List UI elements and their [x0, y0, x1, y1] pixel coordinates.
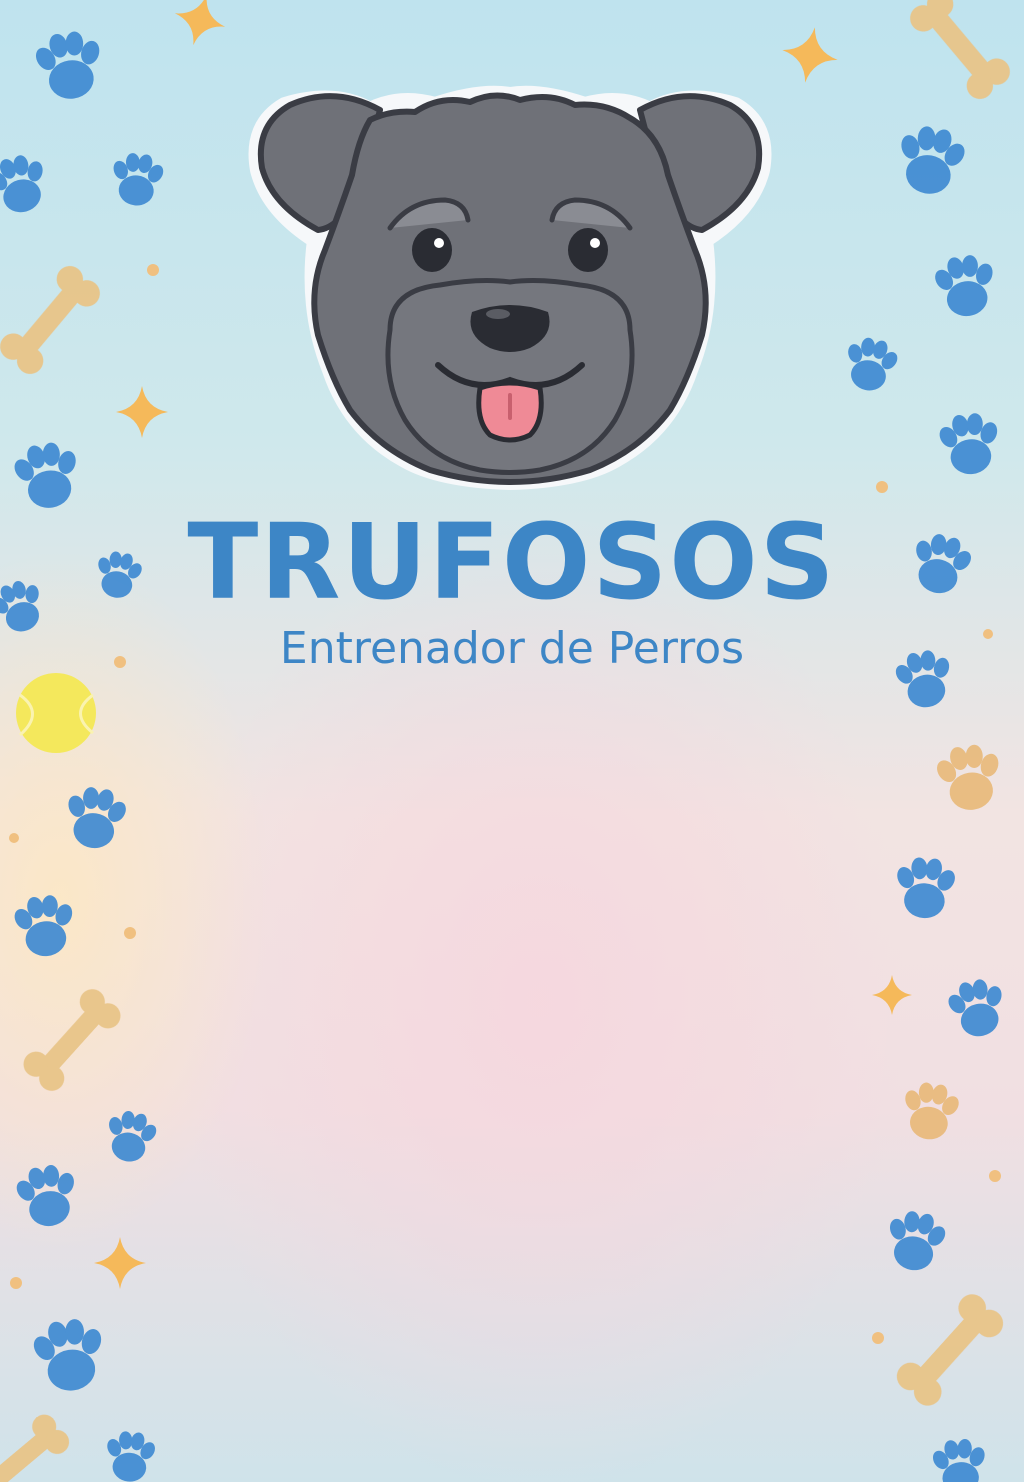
dog-bone-icon [891, 1288, 1009, 1412]
poster: TRUFOSOS Entrenador de Perros [0, 0, 1024, 1482]
paw-print-icon [928, 1436, 991, 1482]
left-eye [412, 228, 452, 272]
sparkle-icon [872, 975, 912, 1015]
paw-print-icon [941, 973, 1013, 1042]
dog-face-logo [248, 85, 772, 490]
brand-subtitle: Entrenador de Perros [279, 623, 745, 674]
paw-print-icon [99, 1106, 163, 1167]
dog-bone-icon [0, 260, 106, 380]
paw-print-icon [934, 409, 1005, 478]
paw-print-icon [891, 854, 960, 921]
sparkle-icon [168, 0, 232, 52]
sparkle-icon [116, 386, 168, 438]
tennis-ball-icon [16, 673, 96, 753]
paw-print-icon [897, 1078, 965, 1144]
paw-print-icon [101, 1428, 160, 1482]
sparkle-icon [94, 1237, 146, 1289]
dog-bone-icon [904, 0, 1016, 105]
paw-print-icon [107, 150, 168, 209]
paw-print-icon [9, 891, 80, 960]
paw-print-icon [890, 120, 972, 200]
paw-print-icon [0, 148, 56, 220]
paw-print-icon [59, 782, 132, 853]
right-eye [568, 228, 608, 272]
dog-bone-icon [18, 983, 126, 1097]
paw-print-icon [838, 332, 904, 396]
paw-print-icon [929, 250, 1002, 321]
paw-print-icon [26, 1314, 112, 1396]
dog-bone-icon [0, 1409, 74, 1482]
paw-print-icon [930, 740, 1008, 815]
paw-print-icon [10, 1159, 85, 1232]
paw-print-icon [7, 437, 87, 514]
sparkle-icon [777, 22, 843, 88]
paw-print-icon [29, 26, 110, 104]
brand-title: TRUFOSOS [187, 501, 837, 623]
paw-print-icon [880, 1206, 952, 1276]
